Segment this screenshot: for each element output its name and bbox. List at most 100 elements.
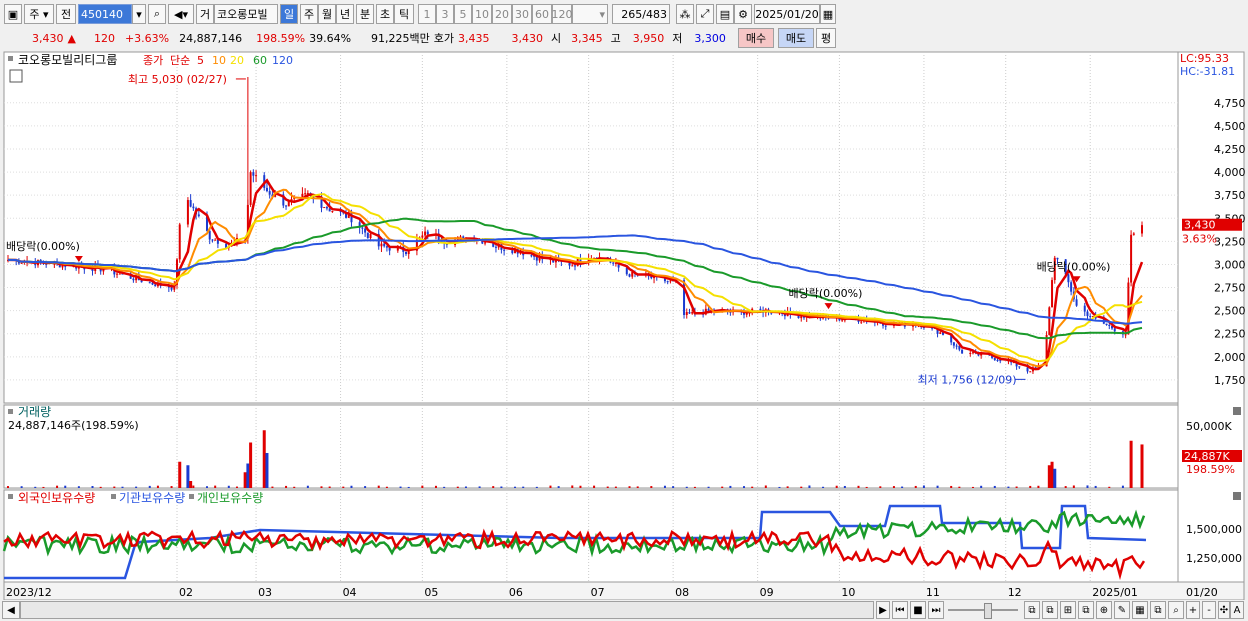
calculator-icon[interactable] <box>9 69 23 83</box>
zoom-slider-thumb[interactable] <box>984 603 992 619</box>
first-button[interactable]: ⏮ <box>892 601 908 619</box>
interval-20[interactable]: 20 <box>492 4 512 24</box>
y-tick-label: 2,500 <box>1214 305 1246 318</box>
interval-120[interactable]: 120 <box>552 4 573 24</box>
legend-ma-5: 5 <box>197 54 204 67</box>
font-size-icon[interactable]: A <box>1230 601 1244 619</box>
grid-toggle-icon[interactable]: ▦ <box>1132 601 1148 619</box>
sell-button[interactable]: 매도 <box>778 28 814 48</box>
draw-icon[interactable]: ⤢ <box>696 4 714 24</box>
candle <box>208 230 211 240</box>
average-button[interactable]: 평 <box>816 28 836 48</box>
search-icon[interactable]: ⌕ <box>148 4 166 24</box>
layout-icon-4[interactable]: ⧉ <box>1078 601 1094 619</box>
date-input[interactable]: 2025/01/20 <box>754 4 820 24</box>
settings-icon[interactable]: ⚙ <box>734 4 752 24</box>
crosshair-icon[interactable]: ⊕ <box>1096 601 1112 619</box>
candle <box>255 175 258 177</box>
candle <box>380 243 383 247</box>
candle <box>961 349 964 354</box>
period-tick-tab[interactable]: 틱 <box>394 4 414 24</box>
x-tick-label: 2025/01 <box>1092 586 1138 599</box>
period-minute-tab[interactable]: 분 <box>356 4 374 24</box>
candle <box>170 287 173 290</box>
period-year-tab[interactable]: 년 <box>336 4 354 24</box>
volume-subtitle: 24,887,146주(198.59%) <box>8 419 139 432</box>
volume-bar <box>205 486 208 488</box>
volume-bar <box>189 481 193 488</box>
period-month-tab[interactable]: 월 <box>318 4 336 24</box>
volume-bar <box>492 486 495 488</box>
candle <box>688 312 691 314</box>
interval-60[interactable]: 60 <box>532 4 552 24</box>
calendar-icon[interactable]: ▦ <box>820 4 836 24</box>
interval-custom-input[interactable]: ▾ <box>572 4 608 24</box>
period-second-tab[interactable]: 초 <box>376 4 394 24</box>
zoom-out-icon[interactable]: - <box>1202 601 1216 619</box>
stock-name-field[interactable]: 코오롱모빌 <box>214 4 278 24</box>
copy-icon[interactable]: ⧉ <box>1150 601 1166 619</box>
y-tick-label: 2,750 <box>1214 282 1246 295</box>
candle <box>800 316 803 319</box>
speaker-icon[interactable]: ◀▾ <box>168 4 194 24</box>
type-button[interactable]: 거 <box>196 4 214 24</box>
candle <box>691 311 694 314</box>
candle <box>285 205 288 207</box>
candle <box>1108 324 1111 326</box>
last-button[interactable]: ⏭ <box>928 601 944 619</box>
volume-bar <box>1121 485 1124 488</box>
volume-bar <box>121 486 124 488</box>
interval-10[interactable]: 10 <box>472 4 492 24</box>
interval-1[interactable]: 1 <box>418 4 436 24</box>
stop-button[interactable]: ■ <box>910 601 926 619</box>
layout-icon-2[interactable]: ⧉ <box>1042 601 1058 619</box>
interval-3[interactable]: 3 <box>436 4 454 24</box>
candle <box>301 193 304 197</box>
scroll-left-button[interactable]: ◀ <box>2 601 20 619</box>
scrollbar-track[interactable] <box>20 601 874 619</box>
volume-bar <box>1094 485 1097 488</box>
interval-30[interactable]: 30 <box>512 4 532 24</box>
mode-button[interactable]: 전 <box>56 4 76 24</box>
period-week-tab[interactable]: 주 <box>300 4 318 24</box>
ownership-y-tick: 1,250,000 <box>1186 552 1242 565</box>
tool-icon[interactable]: ✎ <box>1114 601 1130 619</box>
stock-code-input[interactable]: 450140 <box>78 4 132 24</box>
grid-icon[interactable]: ⁂ <box>676 4 694 24</box>
layout-icon[interactable]: ▣ <box>4 4 22 24</box>
chart-area[interactable]: 4,7504,5004,2504,0003,7503,5003,2503,000… <box>0 50 1248 600</box>
layout-icon-3[interactable]: ⊞ <box>1060 601 1076 619</box>
toolbar: ▣ 주 ▾ 전 450140 ▾ ⌕ ◀▾ 거 코오롱모빌 일 주 월 년 분 … <box>0 0 1248 27</box>
candle <box>860 321 863 323</box>
zoom-slider-track <box>948 603 1018 619</box>
zoom-search-icon[interactable]: ⌕ <box>1168 601 1184 619</box>
volume-bar <box>549 485 552 488</box>
interval-5[interactable]: 5 <box>454 4 472 24</box>
play-button[interactable]: ▶ <box>876 601 890 619</box>
code-dropdown-icon[interactable]: ▾ <box>132 4 146 24</box>
market-select[interactable]: 주 ▾ <box>24 4 54 24</box>
volume-bar <box>743 486 746 488</box>
volume-bar <box>778 486 781 488</box>
candle <box>186 200 189 225</box>
volume-bar <box>579 485 582 488</box>
volume-bar <box>246 463 250 488</box>
ex-dividend-annotation: 배당락(0.00%) <box>789 287 863 300</box>
volume-bar <box>342 486 345 488</box>
save-icon[interactable]: ▤ <box>716 4 734 24</box>
zoom-in-icon[interactable]: + <box>1186 601 1200 619</box>
layout-icon-1[interactable]: ⧉ <box>1024 601 1040 619</box>
zoom-slider[interactable] <box>946 601 1020 619</box>
candle <box>759 308 762 311</box>
volume-bar <box>707 486 710 488</box>
data-count-field[interactable]: 265/483 <box>612 4 670 24</box>
candle <box>669 280 672 282</box>
hc-label: HC:-31.81 <box>1180 65 1235 78</box>
x-tick-label: 06 <box>509 586 523 599</box>
buy-button[interactable]: 매수 <box>738 28 774 48</box>
close-panel-icon[interactable] <box>1233 407 1241 415</box>
volume-bar <box>56 485 59 488</box>
arrows-icon[interactable]: ✣ <box>1218 601 1230 619</box>
period-day-tab[interactable]: 일 <box>280 4 298 24</box>
close-panel-icon[interactable] <box>1233 492 1241 500</box>
